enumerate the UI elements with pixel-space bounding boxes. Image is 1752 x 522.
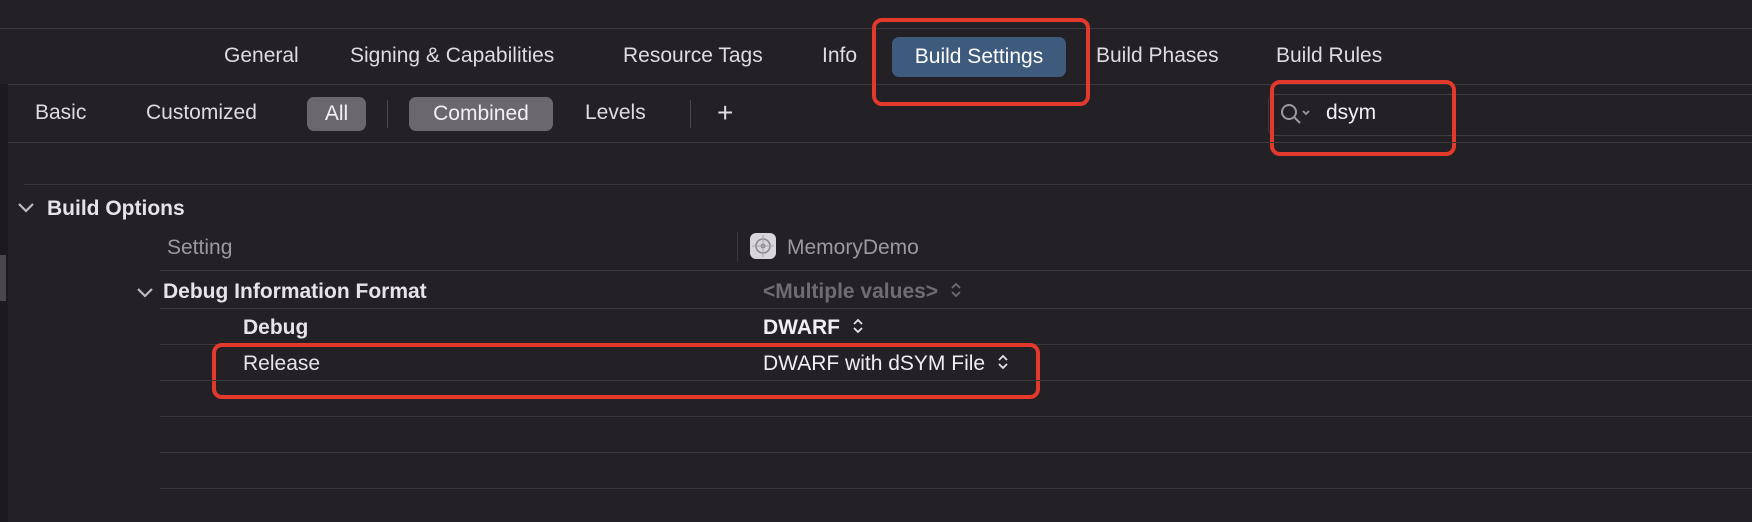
column-target-memorydemo: MemoryDemo <box>787 236 919 259</box>
add-setting-button[interactable]: + <box>717 97 733 129</box>
view-levels[interactable]: Levels <box>585 101 646 125</box>
multiple-values-text: <Multiple values> <box>763 280 939 303</box>
highlight-build-settings-tab <box>872 18 1090 106</box>
column-divider <box>737 232 738 262</box>
tab-signing-capabilities[interactable]: Signing & Capabilities <box>350 44 554 68</box>
target-app-icon <box>749 232 777 265</box>
tab-info[interactable]: Info <box>822 44 857 68</box>
filterbar-divider <box>8 142 1752 143</box>
chevron-down-icon[interactable] <box>136 285 154 306</box>
tab-build-phases[interactable]: Build Phases <box>1096 44 1219 68</box>
tab-general[interactable]: General <box>224 44 299 68</box>
section-build-options: Build Options <box>47 197 185 220</box>
row-divider <box>160 452 1752 453</box>
row-divider <box>160 380 1752 381</box>
column-setting: Setting <box>167 236 233 259</box>
filter-customized[interactable]: Customized <box>146 101 257 125</box>
left-scroll-thumb[interactable] <box>0 255 6 301</box>
row-divider <box>160 488 1752 489</box>
debug-value-popup[interactable]: DWARF <box>763 316 864 340</box>
chevron-down-icon[interactable] <box>17 200 35 221</box>
filter-basic[interactable]: Basic <box>35 101 86 125</box>
highlight-release-row <box>212 343 1040 399</box>
row-divider <box>160 270 1752 271</box>
multiple-values-popup[interactable]: <Multiple values> <box>763 280 962 304</box>
updown-chevron-icon <box>950 280 962 303</box>
highlight-search-field <box>1270 80 1456 156</box>
filter-all[interactable]: All <box>307 97 366 131</box>
section-top-divider <box>24 184 1752 185</box>
tab-resource-tags[interactable]: Resource Tags <box>623 44 763 68</box>
tab-build-rules[interactable]: Build Rules <box>1276 44 1382 68</box>
updown-chevron-icon <box>852 316 864 339</box>
left-gutter <box>0 84 8 522</box>
row-divider <box>160 308 1752 309</box>
config-debug-label: Debug <box>243 316 309 339</box>
row-divider <box>160 416 1752 417</box>
filter-separator-2 <box>690 100 691 128</box>
debug-value-text: DWARF <box>763 316 840 339</box>
filter-separator <box>387 100 388 128</box>
view-combined[interactable]: Combined <box>409 97 553 131</box>
setting-debug-information-format[interactable]: Debug Information Format <box>163 280 427 304</box>
